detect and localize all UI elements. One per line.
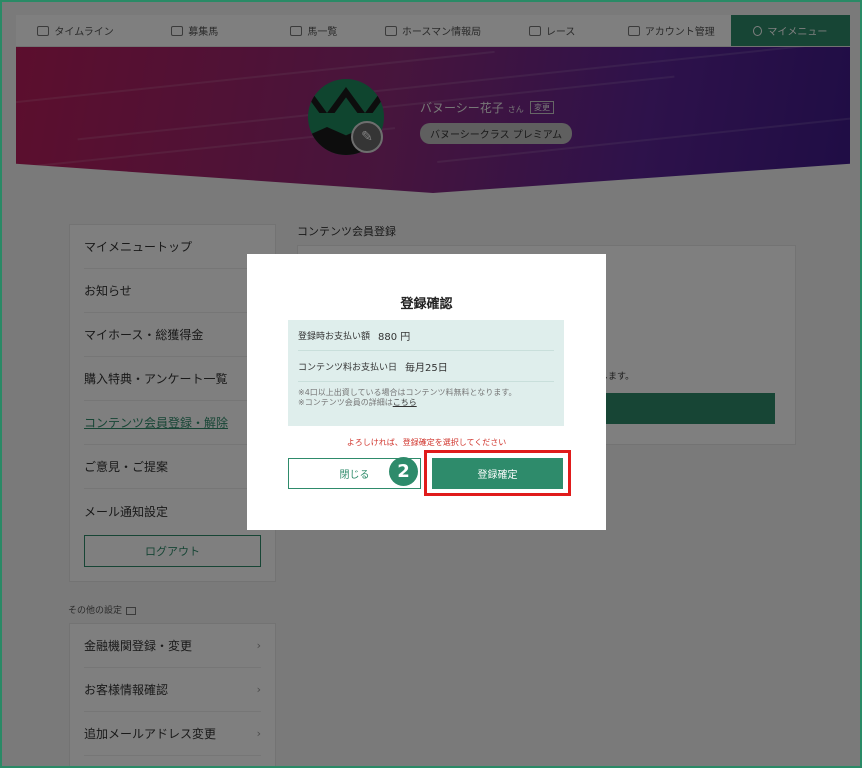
confirm-message: よろしければ、登録確定を選択してください xyxy=(346,438,507,447)
step-number-badge: 2 xyxy=(389,457,418,486)
info-note: ※4口以上出資している場合はコンテンツ料無料となります。 ※コンテンツ会員の詳細… xyxy=(298,388,554,408)
highlight-box xyxy=(424,450,571,496)
payment-info-box: 登録時お支払い額 880 円 コンテンツ料お支払い日 毎月25日 ※4口以上出資… xyxy=(288,320,564,426)
note-line-2: ※コンテンツ会員の詳細は xyxy=(298,398,393,407)
payment-amount-label: 登録時お支払い額 xyxy=(298,331,371,342)
payment-date-label: コンテンツ料お支払い日 xyxy=(298,362,398,373)
details-link[interactable]: こちら xyxy=(393,398,417,407)
payment-date-value: 毎月25日 xyxy=(405,362,448,374)
payment-amount-row: 登録時お支払い額 880 円 xyxy=(298,320,554,351)
payment-date-row: コンテンツ料お支払い日 毎月25日 xyxy=(298,351,554,382)
payment-amount-value: 880 円 xyxy=(378,331,411,343)
dialog-title: 登録確認 xyxy=(400,297,453,312)
note-line-1: ※4口以上出資している場合はコンテンツ料無料となります。 xyxy=(298,388,517,397)
page-frame: タイムライン 募集馬 馬一覧 ホースマン情報局 レース アカウント管理 マイメニ… xyxy=(0,0,862,768)
